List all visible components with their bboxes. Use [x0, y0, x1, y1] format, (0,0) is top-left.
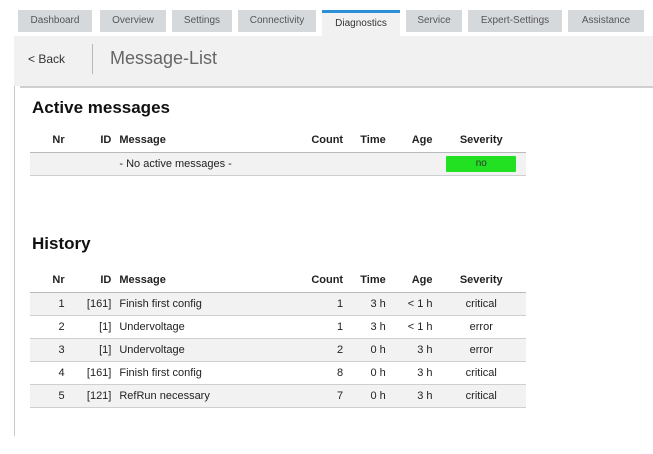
cell-id: [1] — [68, 338, 116, 362]
cell-nr: 1 — [30, 292, 69, 316]
back-button[interactable]: < Back — [28, 52, 65, 66]
cell-id: [1] — [68, 315, 116, 339]
tab-diagnostics[interactable]: Diagnostics — [322, 10, 400, 36]
active-messages-title: Active messages — [32, 98, 170, 117]
col-count: Count — [296, 128, 348, 153]
tab-service[interactable]: Service — [406, 10, 462, 32]
cell-age: < 1 h — [389, 292, 437, 316]
table-row: 2 [1] Undervoltage 1 3 h < 1 h error — [30, 315, 526, 339]
col-id: ID — [68, 268, 116, 293]
cell-id: [161] — [68, 292, 116, 316]
tab-settings[interactable]: Settings — [172, 10, 232, 32]
tab-expert-settings[interactable]: Expert-Settings — [468, 10, 562, 32]
active-messages-table: Nr ID Message Count Time Age Severity - … — [30, 128, 526, 176]
cell-nr: 5 — [30, 384, 69, 408]
col-age: Age — [389, 128, 437, 153]
tab-bar: Dashboard Overview Settings Connectivity… — [0, 0, 653, 36]
tab-dashboard[interactable]: Dashboard — [18, 10, 92, 32]
table-row: - No active messages - no — [30, 152, 526, 176]
cell-age: 3 h — [389, 338, 437, 362]
cell-count: 8 — [296, 361, 348, 385]
col-message: Message — [115, 128, 297, 153]
status-badge: no — [446, 156, 517, 172]
cell-time: 0 h — [347, 338, 390, 362]
table-row: 4 [161] Finish first config 8 0 h 3 h cr… — [30, 361, 526, 385]
cell-nr: 2 — [30, 315, 69, 339]
cell-id: [121] — [68, 384, 116, 408]
table-row: 5 [121] RefRun necessary 7 0 h 3 h criti… — [30, 384, 526, 408]
col-age: Age — [389, 268, 437, 293]
col-message: Message — [115, 268, 297, 293]
cell-age: < 1 h — [389, 315, 437, 339]
message-panel: Active messages Nr ID Message Count Time… — [20, 86, 653, 426]
cell-age: 3 h — [389, 361, 437, 385]
cell-count: 1 — [296, 315, 348, 339]
tab-overview[interactable]: Overview — [100, 10, 166, 32]
no-active-messages: - No active messages - — [115, 152, 437, 176]
cell-nr: 3 — [30, 338, 69, 362]
header-divider — [92, 44, 93, 74]
cell-time: 0 h — [347, 384, 390, 408]
col-nr: Nr — [30, 268, 69, 293]
cell-severity: critical — [436, 384, 526, 408]
col-severity: Severity — [436, 128, 526, 153]
cell-time: 3 h — [347, 315, 390, 339]
history-table: Nr ID Message Count Time Age Severity 1 … — [30, 268, 526, 408]
tab-connectivity[interactable]: Connectivity — [238, 10, 316, 32]
col-severity: Severity — [436, 268, 526, 293]
cell-message: Undervoltage — [115, 315, 297, 339]
cell-nr: 4 — [30, 361, 69, 385]
page-header: < Back Message-List — [14, 36, 653, 86]
table-header-row: Nr ID Message Count Time Age Severity — [30, 268, 526, 293]
page-title: Message-List — [110, 48, 218, 68]
cell-severity: error — [436, 338, 526, 362]
cell-severity: critical — [436, 292, 526, 316]
col-time: Time — [347, 128, 390, 153]
cell-count: 7 — [296, 384, 348, 408]
cell-count: 1 — [296, 292, 348, 316]
table-header-row: Nr ID Message Count Time Age Severity — [30, 128, 526, 153]
tab-assistance[interactable]: Assistance — [568, 10, 644, 32]
cell-age: 3 h — [389, 384, 437, 408]
cell-message: Finish first config — [115, 361, 297, 385]
cell-message: RefRun necessary — [115, 384, 297, 408]
table-row: 3 [1] Undervoltage 2 0 h 3 h error — [30, 338, 526, 362]
cell-severity: error — [436, 315, 526, 339]
cell-time: 0 h — [347, 361, 390, 385]
cell-severity: critical — [436, 361, 526, 385]
col-count: Count — [296, 268, 348, 293]
left-border — [14, 86, 15, 436]
cell-id: [161] — [68, 361, 116, 385]
table-row: 1 [161] Finish first config 1 3 h < 1 h … — [30, 292, 526, 316]
col-nr: Nr — [30, 128, 69, 153]
col-time: Time — [347, 268, 390, 293]
history-title: History — [32, 234, 91, 253]
col-id: ID — [68, 128, 116, 153]
cell-message: Undervoltage — [115, 338, 297, 362]
cell-time: 3 h — [347, 292, 390, 316]
cell-message: Finish first config — [115, 292, 297, 316]
cell-count: 2 — [296, 338, 348, 362]
